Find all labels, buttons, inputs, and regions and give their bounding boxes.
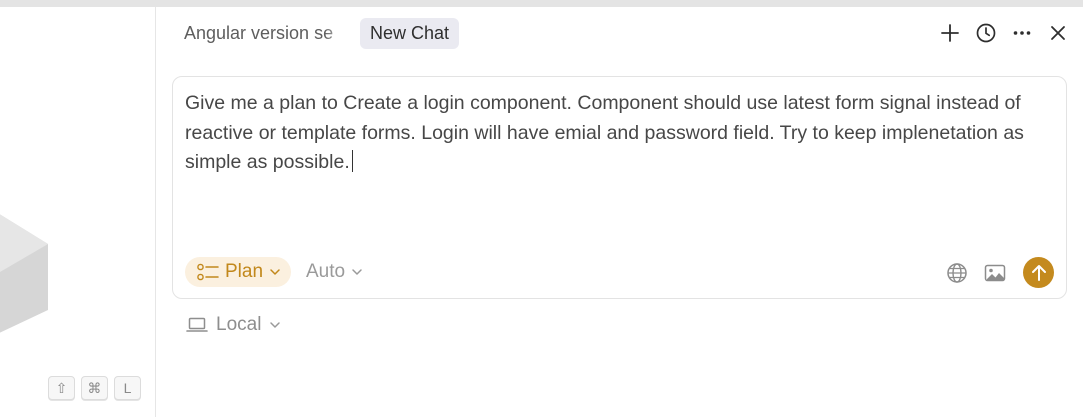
image-icon [984,264,1006,281]
left-pane: ⇧ ⌘ L [0,7,156,417]
more-options-button[interactable] [1009,19,1035,47]
tab-new-chat[interactable]: New Chat [360,18,460,49]
chat-tabs: Angular version se New Chat [172,18,460,49]
history-button[interactable] [973,19,999,47]
composer-actions [945,257,1054,288]
prompt-input[interactable]: Give me a plan to Create a login compone… [185,89,1055,178]
chat-composer: Give me a plan to Create a login compone… [172,76,1067,299]
history-icon [976,23,996,43]
mode-label: Plan [225,261,264,282]
window-top-strip [0,0,1083,7]
prompt-text: Give me a plan to Create a login compone… [185,92,1024,173]
environment-label: Local [216,314,262,335]
tab-angular-version[interactable]: Angular version se [172,18,352,49]
chevron-down-icon [352,269,362,275]
send-button[interactable] [1023,257,1054,288]
model-selector[interactable]: Auto [306,257,363,287]
model-label: Auto [306,261,346,282]
chevron-down-icon [270,269,280,275]
chevron-down-icon [270,322,281,328]
more-icon [1013,31,1031,35]
globe-icon [947,262,967,283]
environment-selector[interactable]: Local [186,312,281,338]
laptop-icon [186,317,208,332]
logo-watermark-icon [0,214,48,333]
command-key: ⌘ [81,376,108,400]
close-icon [1051,26,1065,40]
send-arrow-icon [1031,264,1046,281]
tab-label: New Chat [370,23,450,43]
plus-icon [941,24,959,42]
attach-image-button[interactable] [983,258,1007,288]
tab-label: Angular version se [184,23,334,43]
new-chat-button[interactable] [937,19,963,47]
shift-key: ⇧ [48,376,75,400]
chat-toolbar [937,19,1071,47]
plan-list-icon [197,263,219,281]
mode-selector-plan[interactable]: Plan [185,257,292,287]
close-panel-button[interactable] [1045,19,1071,47]
shortcut-hint: ⇧ ⌘ L [48,376,141,400]
web-search-button[interactable] [945,258,969,288]
text-caret [351,150,353,172]
l-key: L [114,376,141,400]
